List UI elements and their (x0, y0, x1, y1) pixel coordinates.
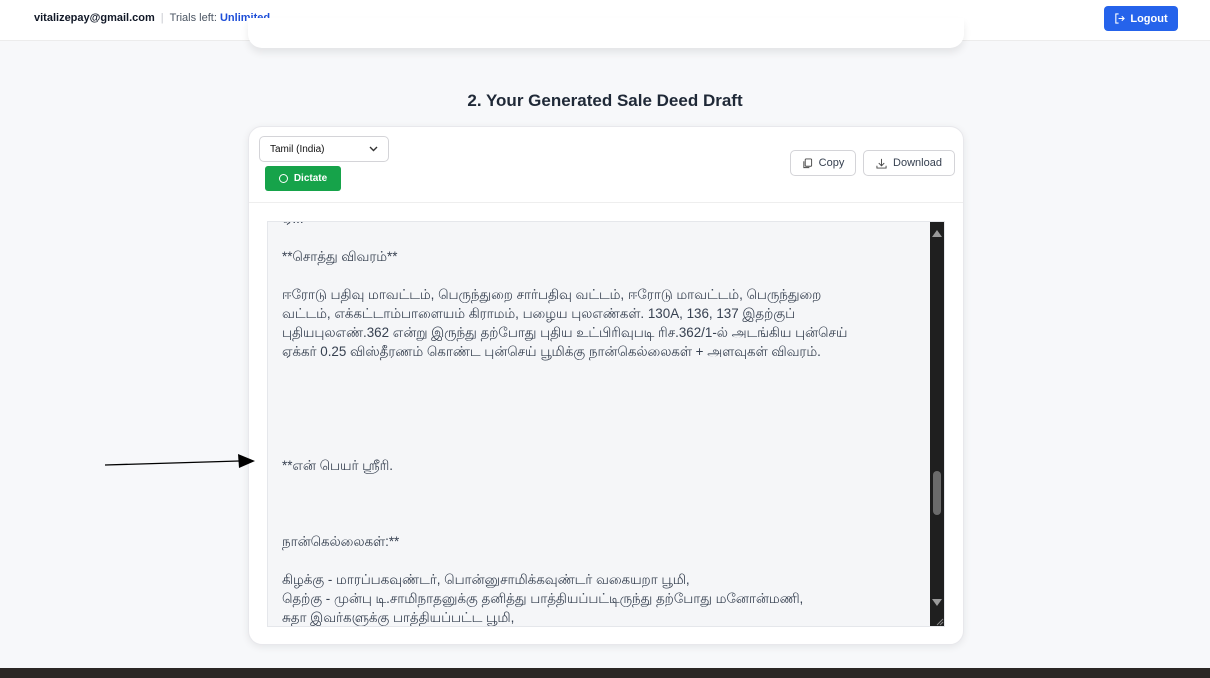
logout-label: Logout (1130, 12, 1168, 25)
separator: | (160, 12, 164, 24)
annotation-arrow-icon (105, 454, 255, 468)
header-divider (249, 202, 963, 203)
textarea-scrollbar[interactable] (930, 222, 944, 626)
section-title: 2. Your Generated Sale Deed Draft (467, 91, 743, 110)
property-line: ஈரோடு பதிவு மாவட்டம், பெருந்துறை சார்பதி… (282, 287, 822, 302)
logout-icon (1115, 13, 1126, 24)
copy-button[interactable]: Copy (790, 150, 856, 176)
boundaries-heading: நான்கெல்லைகள்:** (282, 534, 400, 549)
scroll-thumb[interactable] (933, 471, 941, 515)
cut-off-line: ஏ... (282, 222, 922, 228)
dictate-button[interactable]: Dictate (265, 166, 341, 191)
user-email: vitalizepay@gmail.com (34, 12, 155, 24)
property-line: வட்டம், எக்கட்டாம்பாளையம் கிராமம், பழைய … (282, 306, 796, 321)
boundary-line: சுதா இவர்களுக்கு பாத்தியப்பட்ட பூமி, (282, 610, 515, 625)
property-line: ஏக்கர் 0.25 விஸ்தீரணம் கொண்ட புன்செய் பூ… (282, 344, 821, 359)
logout-button[interactable]: Logout (1104, 6, 1178, 31)
scroll-down-icon[interactable] (932, 599, 942, 606)
boundary-line: கிழக்கு - மாரப்பகவுண்டர், பொன்னுசாமிக்கவ… (282, 572, 690, 587)
scroll-up-icon[interactable] (932, 230, 942, 237)
language-selected-value: Tamil (India) (270, 143, 325, 155)
draft-text: ஏ... **சொத்து விவரம்** ஈரோடு பதிவு மாவட்… (282, 222, 922, 626)
download-icon (876, 158, 887, 169)
boundary-line: தெற்கு - முன்பு டி.சாமிநாதனுக்கு தனித்து… (282, 591, 804, 606)
trials-label: Trials left: (169, 12, 217, 24)
record-ring-icon (278, 174, 288, 183)
language-select[interactable]: Tamil (India) (259, 136, 389, 162)
download-label: Download (893, 157, 942, 169)
property-line: புதியபுலஎண்.362 என்று இருந்து தற்போது பு… (282, 325, 848, 340)
chevron-down-icon (369, 146, 378, 152)
copy-icon (803, 157, 812, 168)
previous-card-edge (248, 18, 964, 48)
dictate-label: Dictate (293, 173, 328, 184)
name-line: **என் பெயர் ஶ்ரீரி. (282, 458, 393, 473)
copy-label: Copy (818, 157, 845, 169)
bottom-band (0, 668, 1210, 678)
resize-grip-icon[interactable] (934, 616, 944, 626)
user-info: vitalizepay@gmail.com | Trials left: Unlim… (34, 12, 270, 24)
property-heading: **சொத்து விவரம்** (282, 249, 398, 264)
draft-textarea[interactable]: ஏ... **சொத்து விவரம்** ஈரோடு பதிவு மாவட்… (267, 221, 945, 627)
download-button[interactable]: Download (863, 150, 955, 176)
draft-card: Tamil (India) Dictate Copy Download ஏ...… (248, 126, 964, 645)
